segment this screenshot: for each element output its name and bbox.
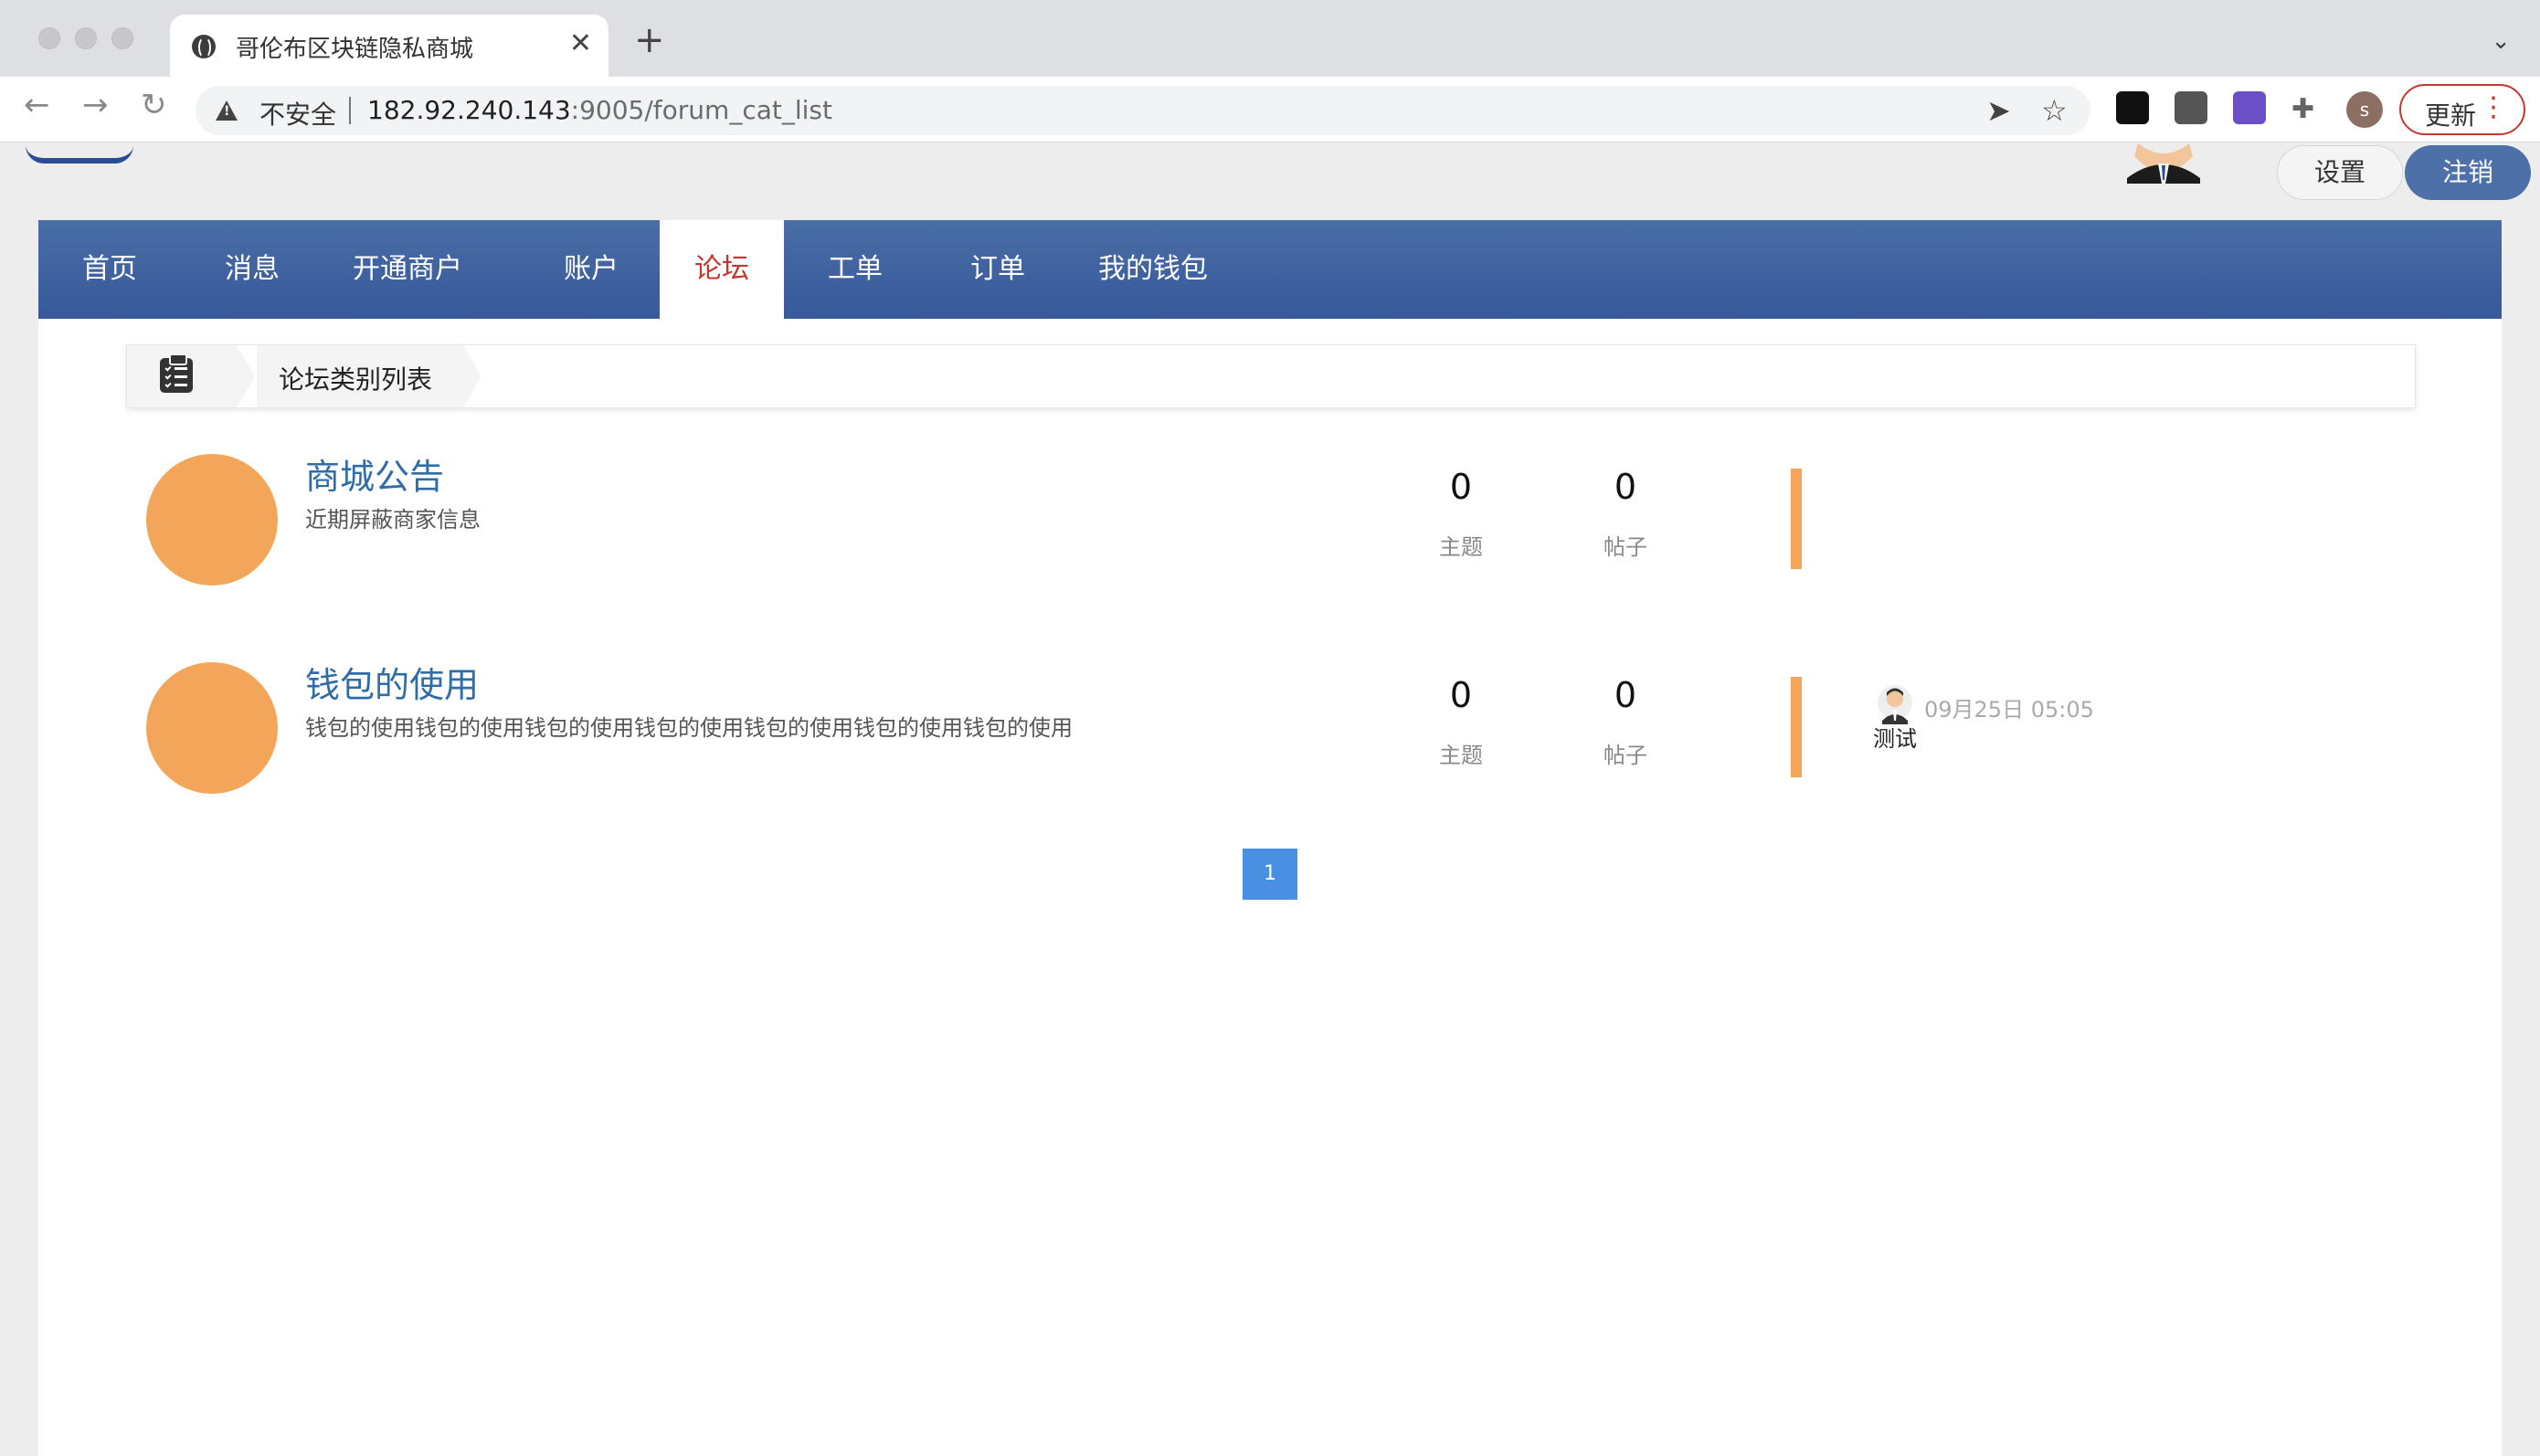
warning-icon xyxy=(216,100,238,121)
topics-label: 主题 xyxy=(1439,534,1483,560)
last-post-time: 09月25日 05:05 xyxy=(1924,697,2094,723)
window-minimize-button[interactable] xyxy=(75,27,97,49)
category-icon[interactable] xyxy=(146,454,278,586)
topics-label: 主题 xyxy=(1439,743,1483,768)
tab-search-chevron-icon[interactable]: ⌄ xyxy=(2491,27,2511,55)
last-poster-avatar[interactable] xyxy=(1877,684,1913,724)
breadcrumb-label: 论坛类别列表 xyxy=(279,364,433,395)
category-description: 钱包的使用钱包的使用钱包的使用钱包的使用钱包的使用钱包的使用钱包的使用 xyxy=(305,715,1073,741)
tab-title: 哥伦布区块链隐私商城 xyxy=(236,36,474,63)
logout-button[interactable]: 注销 xyxy=(2405,145,2531,200)
window-zoom-button[interactable] xyxy=(111,27,133,49)
stat-divider xyxy=(1791,469,1802,569)
site-header: 设置 注销 xyxy=(0,143,2540,220)
extension-icon-1[interactable] xyxy=(2116,91,2149,124)
browser-toolbar: ← → ↻ 不安全 182.92.240.143:9005/forum_cat_… xyxy=(0,77,2540,142)
bookmark-star-icon[interactable]: ☆ xyxy=(2041,93,2068,128)
topics-count: 0 xyxy=(1449,467,1473,507)
breadcrumb: 论坛类别列表 xyxy=(126,344,2416,408)
forum-category-row: 商城公告 近期屏蔽商家信息 0 主题 0 帖子 xyxy=(38,454,2502,600)
main-panel: 首页 消息 开通商户 账户 论坛 工单 订单 我的钱包 论坛类别列表 商城公告 … xyxy=(38,220,2502,1456)
forum-category-row: 钱包的使用 钱包的使用钱包的使用钱包的使用钱包的使用钱包的使用钱包的使用钱包的使… xyxy=(38,662,2502,808)
page-button[interactable]: 1 xyxy=(1243,849,1297,900)
new-tab-button[interactable]: + xyxy=(634,22,665,58)
stat-divider xyxy=(1791,677,1802,777)
address-bar[interactable]: 不安全 182.92.240.143:9005/forum_cat_list ➤… xyxy=(196,86,2090,135)
nav-forum[interactable]: 论坛 xyxy=(660,220,784,319)
site-logo[interactable] xyxy=(26,145,133,164)
nav-home[interactable]: 首页 xyxy=(38,220,181,319)
topics-count: 0 xyxy=(1449,675,1473,715)
clipboard-list-icon xyxy=(160,353,193,393)
user-avatar[interactable] xyxy=(2120,143,2207,184)
extension-icon-2[interactable] xyxy=(2175,91,2207,124)
nav-messages[interactable]: 消息 xyxy=(181,220,323,319)
category-icon[interactable] xyxy=(146,662,278,794)
nav-orders[interactable]: 订单 xyxy=(926,220,1069,319)
posts-count: 0 xyxy=(1614,675,1637,715)
browser-tab-bar: 哥伦布区块链隐私商城 ✕ + ⌄ xyxy=(0,0,2540,77)
nav-my-wallet[interactable]: 我的钱包 xyxy=(1069,220,1237,319)
tab-close-icon[interactable]: ✕ xyxy=(569,27,592,59)
extension-icon-3[interactable] xyxy=(2233,91,2266,124)
category-title[interactable]: 钱包的使用 xyxy=(305,657,479,707)
send-icon[interactable]: ➤ xyxy=(1986,93,2011,128)
posts-count: 0 xyxy=(1614,467,1637,507)
security-label[interactable]: 不安全 xyxy=(259,95,336,132)
settings-button[interactable]: 设置 xyxy=(2277,145,2403,200)
back-button[interactable]: ← xyxy=(24,90,50,121)
update-button[interactable]: 更新 ⋮ xyxy=(2399,84,2525,135)
main-nav: 首页 消息 开通商户 账户 论坛 工单 订单 我的钱包 xyxy=(38,220,2502,319)
forward-button[interactable]: → xyxy=(82,90,109,121)
url-text[interactable]: 182.92.240.143:9005/forum_cat_list xyxy=(367,95,832,125)
update-label: 更新 xyxy=(2425,100,2477,131)
more-menu-icon: ⋮ xyxy=(2480,91,2507,123)
posts-label: 帖子 xyxy=(1603,534,1647,560)
browser-tab[interactable]: 哥伦布区块链隐私商城 ✕ xyxy=(170,15,609,77)
last-post-user[interactable]: 测试 xyxy=(1873,721,1917,753)
posts-label: 帖子 xyxy=(1603,743,1647,768)
reload-button[interactable]: ↻ xyxy=(141,90,167,121)
extensions-puzzle-icon[interactable]: ✚ xyxy=(2291,93,2314,125)
breadcrumb-current[interactable]: 论坛类别列表 xyxy=(257,345,482,407)
address-divider xyxy=(349,97,351,124)
category-title[interactable]: 商城公告 xyxy=(305,448,444,499)
window-close-button[interactable] xyxy=(38,27,60,49)
breadcrumb-home[interactable] xyxy=(127,345,255,407)
profile-avatar[interactable]: s xyxy=(2346,91,2383,128)
globe-icon xyxy=(192,35,216,58)
nav-tickets[interactable]: 工单 xyxy=(784,220,926,319)
nav-open-merchant[interactable]: 开通商户 xyxy=(323,220,492,319)
category-description: 近期屏蔽商家信息 xyxy=(305,507,481,533)
